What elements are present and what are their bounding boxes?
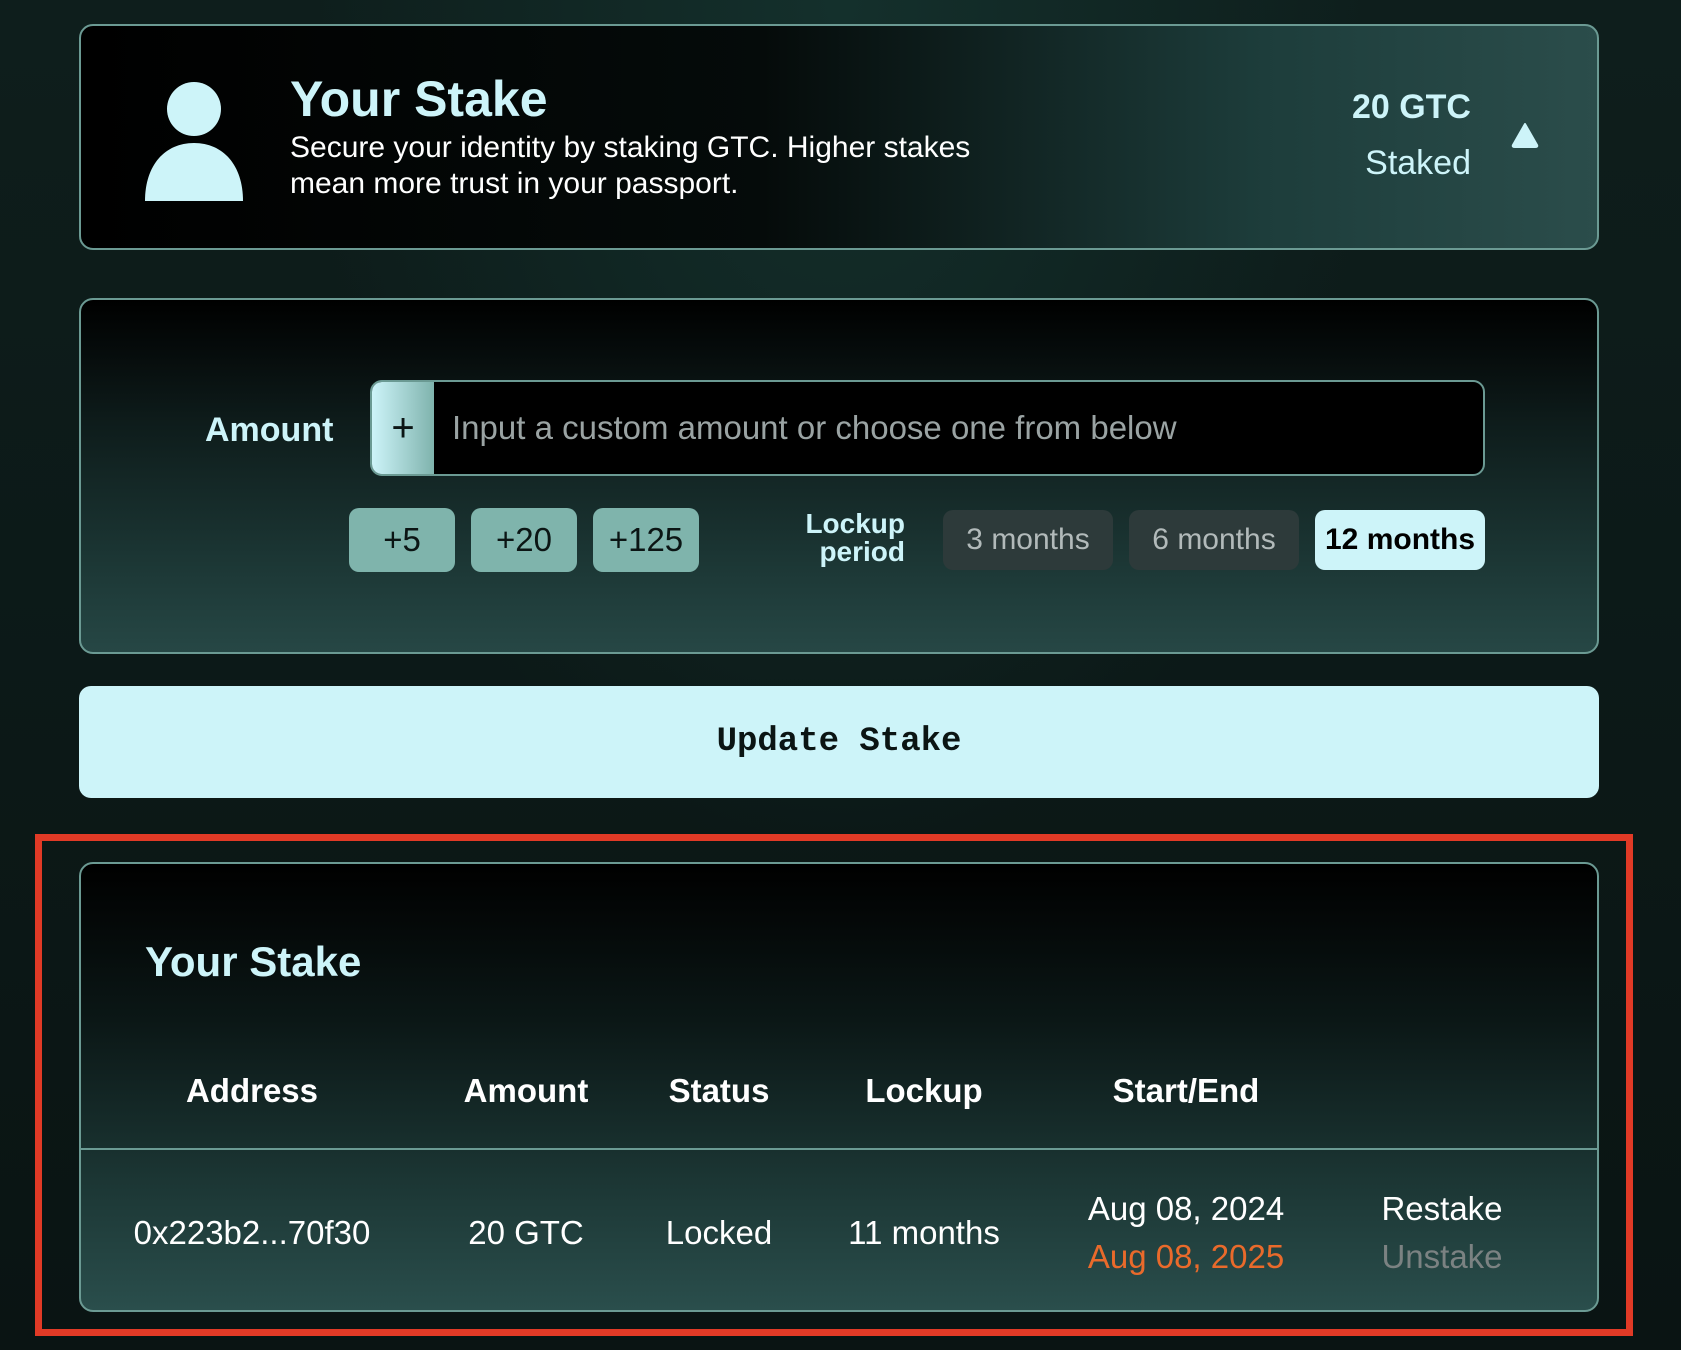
stake-amount-form: Amount + +5 +20 +125 Lockup period 3 mon…	[79, 298, 1599, 654]
cell-status: Locked	[665, 1214, 773, 1251]
table-divider	[81, 1148, 1597, 1150]
column-header-lockup: Lockup	[865, 1072, 983, 1109]
restake-button[interactable]: Restake	[1381, 1190, 1502, 1228]
amount-input[interactable]	[434, 382, 1483, 474]
column-header-status: Status	[668, 1072, 770, 1109]
lockup-3-months-button[interactable]: 3 months	[943, 510, 1113, 570]
amount-input-group: +	[370, 380, 1485, 476]
stake-table-card: Your Stake Address Amount Status Lockup …	[79, 862, 1599, 1312]
amount-label: Amount	[205, 411, 334, 449]
lockup-6-months-button[interactable]: 6 months	[1129, 510, 1299, 570]
update-stake-button[interactable]: Update Stake	[79, 686, 1599, 798]
column-header-address: Address	[185, 1072, 319, 1109]
column-header-amount: Amount	[463, 1072, 589, 1109]
staked-label: Staked	[1365, 144, 1471, 182]
stake-summary-card: Your Stake Secure your identity by staki…	[79, 24, 1599, 250]
page-title: Your Stake	[290, 71, 548, 127]
lockup-period-label: Lockup period	[805, 508, 905, 567]
cell-address: 0x223b2...70f30	[133, 1214, 371, 1251]
page-description: Secure your identity by staking GTC. Hig…	[290, 131, 971, 200]
person-icon	[145, 82, 243, 201]
table-title: Your Stake	[145, 938, 362, 985]
lockup-12-months-button[interactable]: 12 months	[1315, 510, 1485, 570]
cell-start-date: Aug 08, 2024	[1087, 1190, 1285, 1227]
plus-icon: +	[372, 382, 434, 474]
triangle-up-icon[interactable]	[1511, 122, 1539, 148]
quick-amount-20-button[interactable]: +20	[471, 508, 577, 572]
cell-amount: 20 GTC	[468, 1214, 584, 1251]
unstake-button[interactable]: Unstake	[1381, 1238, 1502, 1276]
quick-amount-5-button[interactable]: +5	[349, 508, 455, 572]
quick-amount-125-button[interactable]: +125	[593, 508, 699, 572]
cell-end-date: Aug 08, 2025	[1087, 1238, 1285, 1275]
column-header-start-end: Start/End	[1112, 1072, 1260, 1109]
staked-amount: 20 GTC	[1351, 88, 1471, 126]
cell-lockup: 11 months	[848, 1214, 1000, 1251]
